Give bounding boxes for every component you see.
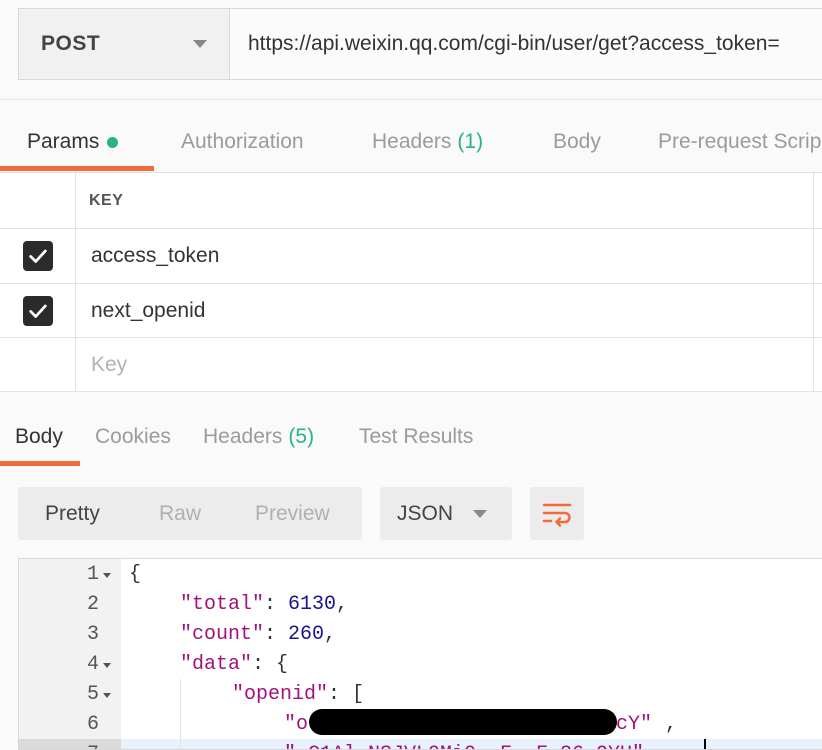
- json-key: "count": [180, 623, 265, 646]
- row-check-cell: [0, 229, 76, 283]
- active-tab-indicator: [0, 461, 80, 466]
- fold-arrow-icon[interactable]: [103, 693, 111, 698]
- code-text: "openid": [: [232, 680, 364, 710]
- json-number: 6130: [288, 593, 337, 616]
- json-number: 260: [288, 623, 325, 646]
- code-text: "count": 260,: [180, 623, 337, 646]
- status-dot-icon: [107, 136, 119, 148]
- request-bar: POST https://api.weixin.qq.com/cgi-bin/u…: [18, 8, 822, 80]
- json-string: "-C1Al-NSJVL0Mi0--F--F-36-OYU": [284, 740, 644, 749]
- tab-pre-request-script[interactable]: Pre-request Scrip: [658, 112, 821, 172]
- row-check-cell: [0, 284, 76, 337]
- new-key-input[interactable]: Key: [77, 338, 814, 391]
- json-punct: ,: [665, 713, 678, 736]
- json-key: "data": [180, 653, 253, 676]
- headers-count: (1): [457, 130, 484, 153]
- method-select[interactable]: POST: [19, 9, 230, 79]
- code-text: "data": {: [180, 650, 288, 680]
- code-line: 7 "-C1Al-NSJVL0Mi0--F--F-36-OYU": [19, 740, 822, 749]
- format-select[interactable]: JSON: [380, 487, 512, 540]
- code-line: 4 "data": {: [19, 650, 822, 680]
- fold-arrow-icon[interactable]: [103, 663, 111, 668]
- line-number: 7: [19, 740, 99, 749]
- table-row-new: Key: [0, 338, 822, 392]
- divider: [0, 99, 822, 100]
- param-key-cell[interactable]: access_token: [77, 229, 814, 283]
- url-input[interactable]: https://api.weixin.qq.com/cgi-bin/user/g…: [230, 9, 822, 79]
- row-checkbox[interactable]: [22, 295, 53, 326]
- row-check-cell: [0, 338, 76, 391]
- active-tab-indicator: [0, 166, 154, 171]
- header-check-cell: [0, 173, 76, 228]
- json-punct: : {: [252, 653, 289, 676]
- checkmark-icon: [28, 249, 47, 263]
- key-column-header: KEY: [77, 173, 814, 228]
- code-line: 3 "count": 260,: [19, 620, 822, 650]
- code-line: 1 {: [19, 560, 822, 590]
- code-line: 2 "total": 6130,: [19, 590, 822, 620]
- request-tabs: Params Authorization Headers (1) Body Pr…: [0, 112, 822, 172]
- json-key: "total": [180, 593, 265, 616]
- caret-down-icon: [193, 40, 207, 48]
- tab-label: Test Results: [359, 425, 474, 448]
- checkmark-icon: [28, 304, 47, 318]
- redaction-mark: [309, 709, 617, 735]
- fold-arrow-icon[interactable]: [103, 573, 111, 578]
- tab-params[interactable]: Params: [27, 112, 119, 172]
- tab-authorization[interactable]: Authorization: [181, 112, 304, 172]
- code-text: "total": 6130,: [180, 593, 349, 616]
- tab-label: Authorization: [181, 130, 304, 153]
- code-text: {: [129, 563, 142, 586]
- table-row: next_openid: [0, 284, 822, 338]
- line-number: 2: [86, 593, 99, 616]
- line-number: 3: [86, 623, 99, 646]
- row-checkbox[interactable]: [22, 241, 53, 271]
- tab-label: Body: [15, 425, 63, 448]
- caret-down-icon: [473, 509, 487, 518]
- tab-label: Headers: [203, 425, 283, 448]
- tab-response-body[interactable]: Body: [15, 410, 63, 464]
- tab-body[interactable]: Body: [553, 112, 601, 172]
- line-number: 1: [86, 563, 99, 586]
- json-string-start: "o: [284, 713, 309, 736]
- tab-label: Params: [27, 130, 100, 153]
- tab-label: Cookies: [95, 425, 171, 448]
- tab-headers[interactable]: Headers (1): [372, 112, 483, 172]
- json-punct: : [: [328, 683, 365, 706]
- wrap-lines-icon: [542, 503, 572, 527]
- wrap-lines-button[interactable]: [530, 487, 584, 540]
- format-label: JSON: [397, 501, 454, 525]
- params-table: KEY access_token next_openid Key: [0, 172, 822, 392]
- table-row: access_token: [0, 229, 822, 284]
- raw-button[interactable]: Raw: [159, 487, 201, 540]
- code-line: 5 "openid": [: [19, 680, 822, 710]
- json-key: "openid": [232, 683, 329, 706]
- text-cursor: [704, 739, 706, 749]
- pretty-button[interactable]: Pretty: [45, 487, 100, 540]
- tab-label: Body: [553, 130, 601, 153]
- tab-test-results[interactable]: Test Results: [359, 410, 473, 464]
- tab-label: Pre-request Scrip: [658, 130, 822, 153]
- line-number: 4: [86, 653, 99, 676]
- view-mode-group: Pretty Raw Preview: [18, 487, 362, 540]
- preview-button[interactable]: Preview: [255, 487, 330, 540]
- method-label: POST: [41, 32, 101, 55]
- line-number: 5: [86, 683, 99, 706]
- tab-response-headers[interactable]: Headers (5): [203, 410, 314, 464]
- param-key-cell[interactable]: next_openid: [77, 284, 814, 337]
- response-body-viewer[interactable]: 1 { 2 "total": 6130, 3 "count": 260, 4 "…: [18, 558, 822, 750]
- table-header-row: KEY: [0, 173, 822, 229]
- tab-label: Headers: [372, 130, 452, 153]
- tab-cookies[interactable]: Cookies: [95, 410, 171, 464]
- headers-count: (5): [288, 425, 315, 448]
- response-tabs: Body Cookies Headers (5) Test Results: [0, 410, 822, 466]
- line-number: 6: [86, 713, 99, 736]
